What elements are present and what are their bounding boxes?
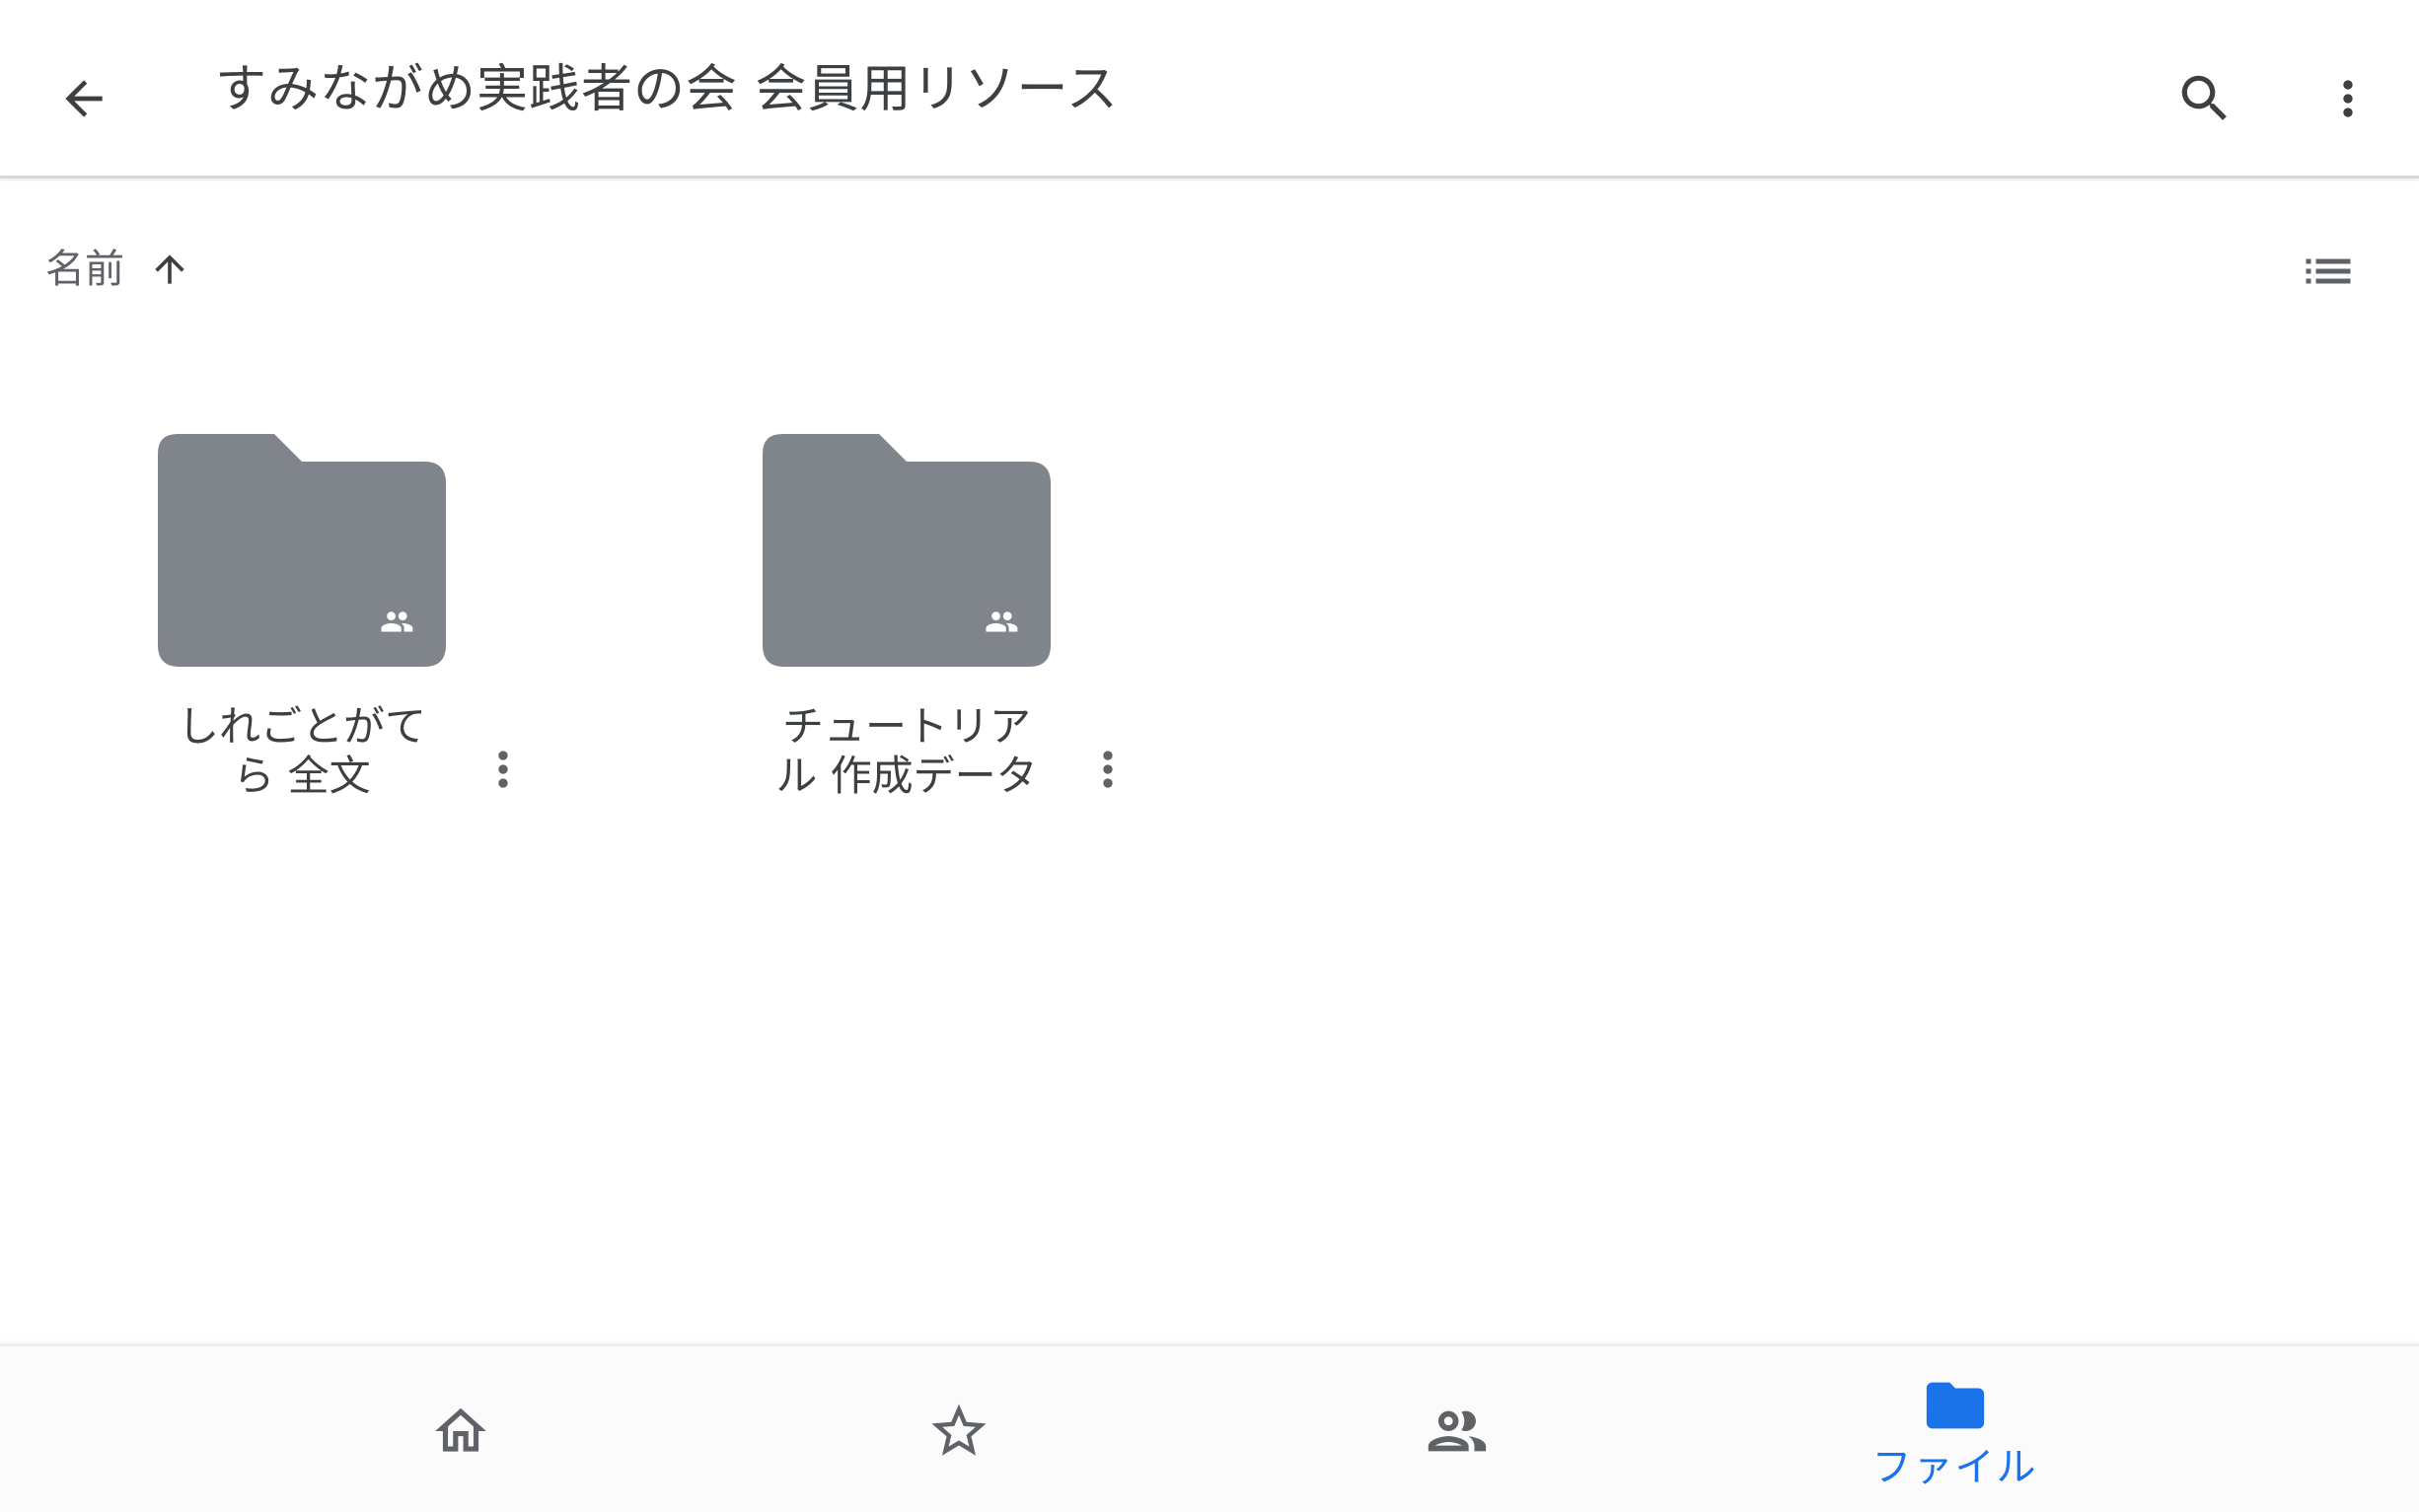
folder-name-line: ル 作成データ — [775, 752, 1038, 800]
more-vert-icon — [2343, 80, 2353, 117]
search-button[interactable] — [2151, 44, 2259, 153]
list-view-toggle-button[interactable] — [2274, 217, 2382, 325]
sort-by-name-button[interactable]: 名前 — [45, 242, 191, 297]
nav-files-label: ファイル — [1871, 1444, 2038, 1490]
arrow-back-icon — [65, 80, 103, 117]
star-icon — [931, 1404, 986, 1456]
folder-more-button[interactable] — [464, 715, 543, 824]
nav-shared[interactable] — [1208, 1346, 1706, 1512]
folder-name[interactable]: しれごとがて ら 全文 — [158, 702, 446, 801]
sort-label: 名前 — [45, 247, 124, 292]
folder-name-line: ら 全文 — [233, 752, 371, 800]
folder-name-line: チュートリア — [781, 702, 1031, 751]
folder-item[interactable]: しれごとがて ら 全文 — [118, 419, 671, 833]
shared-folder-icon[interactable] — [763, 434, 1051, 667]
nav-starred[interactable] — [709, 1346, 1208, 1512]
folder-item[interactable]: チュートリア ル 作成データ — [723, 419, 1276, 833]
arrow-upward-icon — [148, 248, 191, 291]
folder-name[interactable]: チュートリア ル 作成データ — [763, 702, 1051, 801]
page-title: すみながめ実践者の会 会員用リソース — [215, 60, 1119, 119]
list-view-icon — [2306, 258, 2351, 284]
nav-home[interactable] — [211, 1346, 709, 1512]
top-app-bar: すみながめ実践者の会 会員用リソース — [0, 0, 2419, 179]
more-options-button[interactable] — [2294, 44, 2402, 153]
shared-folder-icon[interactable] — [158, 434, 446, 667]
back-button[interactable] — [30, 44, 138, 153]
home-icon — [434, 1407, 486, 1452]
search-icon — [2181, 75, 2227, 120]
folder-more-button[interactable] — [1068, 715, 1147, 824]
bottom-navigation: ファイル — [0, 1343, 2419, 1512]
drive-app: すみながめ実践者の会 会員用リソース 名前 しれごとがて ら 全文 チュートリア… — [0, 0, 2419, 1512]
nav-files[interactable]: ファイル — [1706, 1346, 2204, 1512]
more-vert-icon — [1103, 751, 1113, 788]
folder-icon — [1926, 1382, 1984, 1428]
folder-name-line: しれごとがて — [177, 702, 426, 751]
more-vert-icon — [498, 751, 508, 788]
shared-people-icon — [1428, 1410, 1486, 1451]
